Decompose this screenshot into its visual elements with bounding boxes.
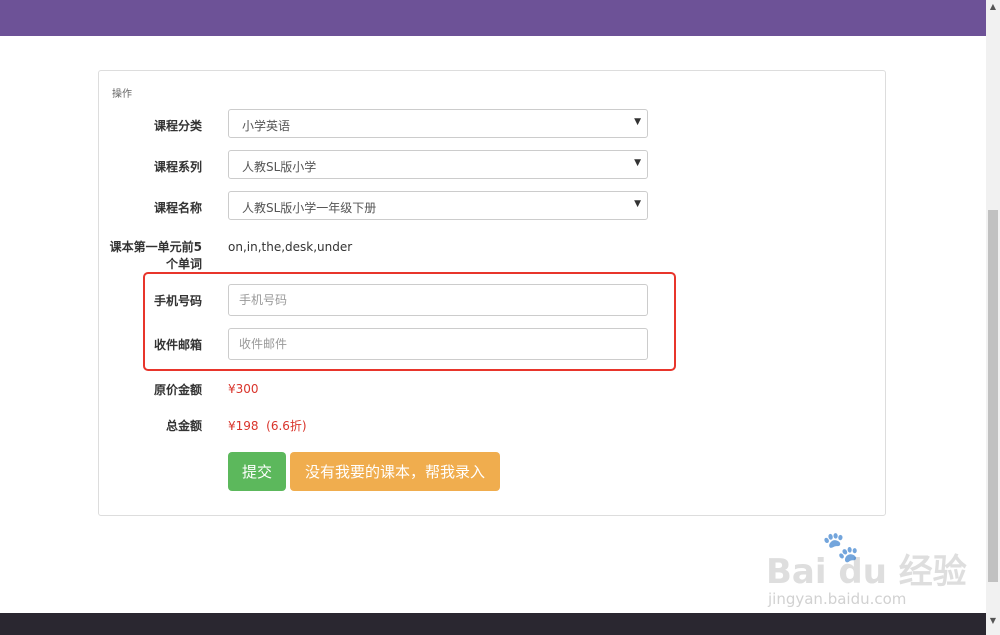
chevron-down-icon: ▼ <box>634 199 641 209</box>
words-label: 课本第一单元前5 个单词 <box>2 239 202 273</box>
course-series-value: 人教SL版小学 <box>242 160 317 174</box>
chevron-down-icon: ▼ <box>634 158 641 168</box>
course-category-value: 小学英语 <box>242 119 291 133</box>
watermark-logo: Bai du 经验 <box>766 552 967 592</box>
words-value: on,in,the,desk,under <box>228 240 353 254</box>
scrollbar-thumb[interactable] <box>988 210 998 582</box>
panel-title: 操作 <box>112 89 132 100</box>
highlight-annotation-box <box>143 272 676 371</box>
top-nav-bar <box>0 0 986 36</box>
words-label-line2: 个单词 <box>165 257 202 271</box>
course-name-select[interactable]: 人教SL版小学一年级下册 ▼ <box>228 191 648 220</box>
total-price-label: 总金额 <box>165 419 202 433</box>
original-price-label: 原价金额 <box>153 383 202 397</box>
watermark-url: jingyan.baidu.com <box>768 590 907 608</box>
scroll-up-icon[interactable]: ▲ <box>986 0 1000 14</box>
page-footer <box>0 613 986 635</box>
vertical-scrollbar[interactable]: ▲ ▼ <box>986 0 1000 635</box>
paw-icon: 🐾 <box>822 530 860 565</box>
request-textbook-button[interactable]: 没有我要的课本，帮我录入 <box>290 452 500 491</box>
course-name-label: 课程名称 <box>153 201 202 215</box>
course-series-select[interactable]: 人教SL版小学 ▼ <box>228 150 648 179</box>
words-label-line1: 课本第一单元前5 <box>109 240 202 254</box>
baidu-jingyan-watermark: Bai du 经验 🐾 jingyan.baidu.com <box>760 530 980 610</box>
total-price-value: ¥198 (6.6折) <box>228 419 307 433</box>
course-category-label: 课程分类 <box>153 119 202 133</box>
course-name-value: 人教SL版小学一年级下册 <box>242 201 377 215</box>
original-price-value: ¥300 <box>228 382 259 396</box>
scroll-down-icon[interactable]: ▼ <box>986 614 1000 628</box>
course-category-select[interactable]: 小学英语 ▼ <box>228 109 648 138</box>
course-series-label: 课程系列 <box>153 160 202 174</box>
submit-button[interactable]: 提交 <box>228 452 286 491</box>
chevron-down-icon: ▼ <box>634 117 641 127</box>
